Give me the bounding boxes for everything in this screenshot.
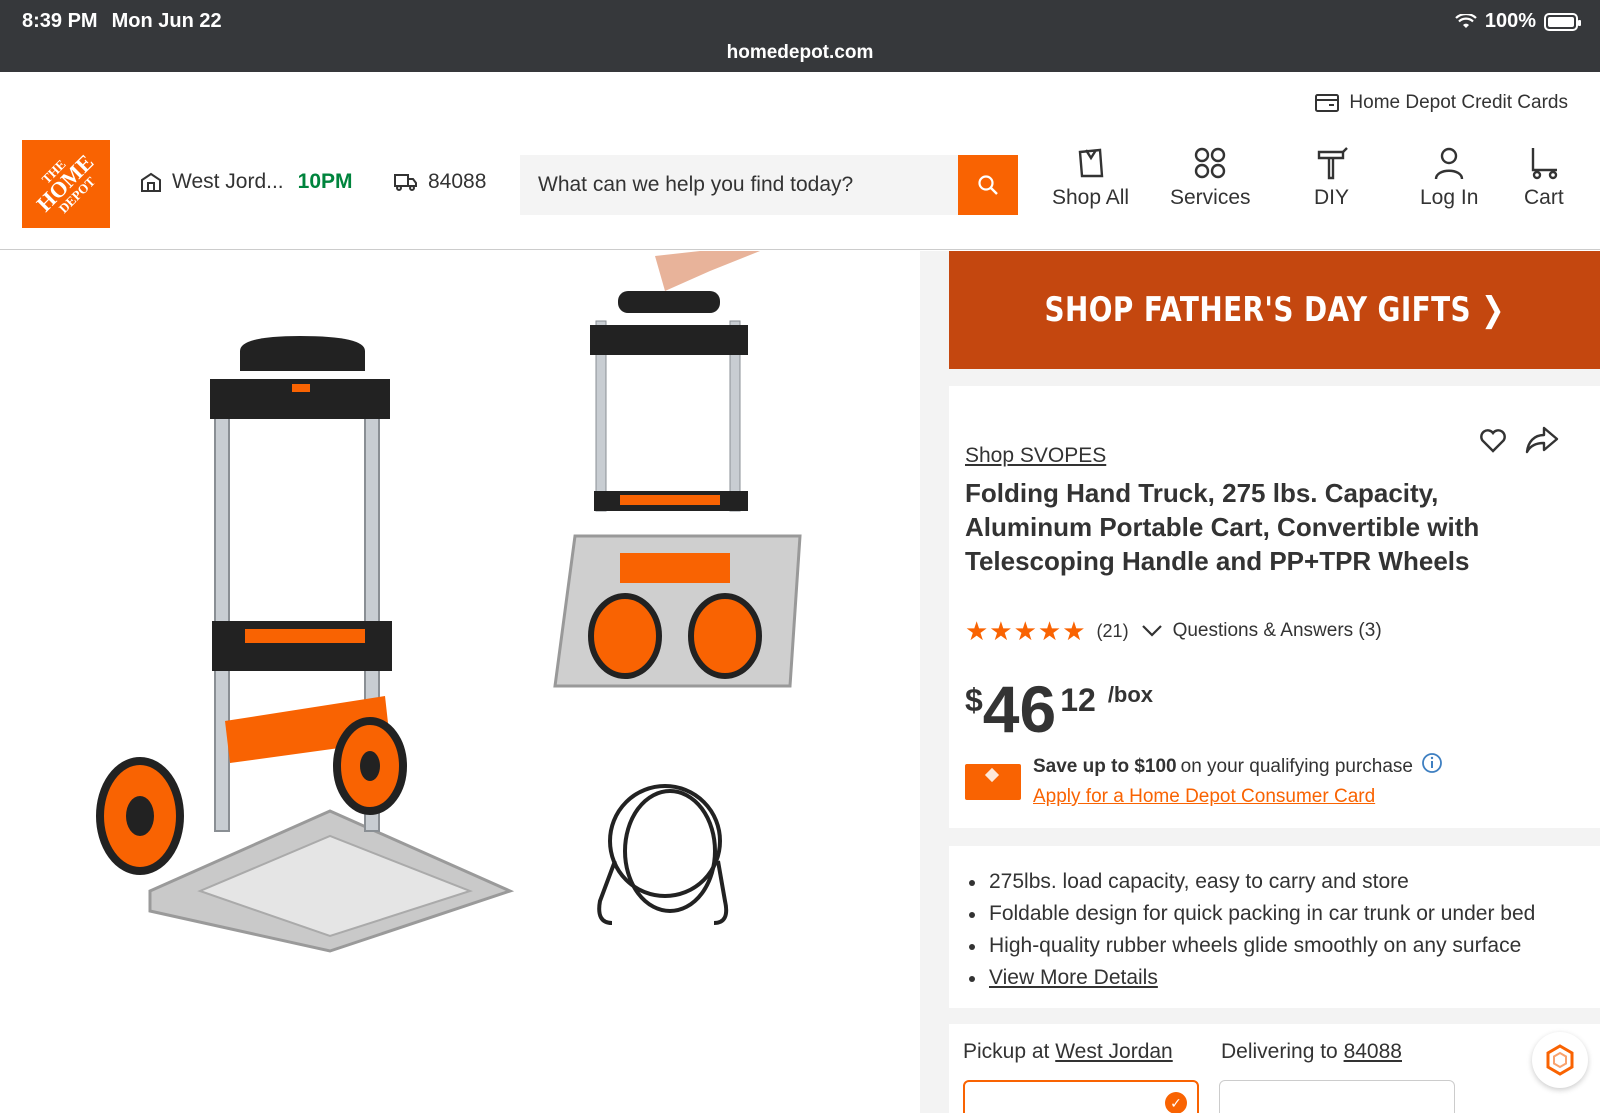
highlight-item: Foldable design for quick packing in car… [967,898,1535,930]
truck-icon [394,174,417,191]
review-count[interactable]: (21) [1097,621,1129,642]
nav-log-in-label: Log In [1420,186,1479,209]
brand-link[interactable]: Shop SVOPES [965,444,1106,468]
site-header: THE HOME DEPOT West Jord... 10PM 84088 S… [0,130,1600,250]
delivery-label: Delivering to 84088 [1221,1040,1402,1063]
store-name: West Jord... [172,170,284,193]
battery-percent: 100% [1484,10,1536,32]
rating-row[interactable]: ★★★★★ (21) Questions & Answers (3) [965,618,1382,644]
pickup-store-link[interactable]: West Jordan [1055,1040,1173,1063]
wifi-icon [1455,13,1477,28]
hexagon-icon [1546,1044,1574,1076]
status-bar: 8:39 PM Mon Jun 22 100% homedepot.com [0,0,1600,72]
checkmark-icon: ✓ [1165,1092,1187,1113]
highlight-item: High-quality rubber wheels glide smoothl… [967,930,1535,962]
nav-diy-label: DIY [1314,186,1350,209]
price-unit: /box [1107,682,1154,707]
zip-code: 84088 [428,170,487,193]
clock: 8:39 PM [22,10,98,32]
nav-services-label: Services [1170,186,1251,209]
nav-diy[interactable]: DIY [1314,146,1349,210]
search-button[interactable] [958,155,1018,215]
search-bar [520,155,1018,215]
nav-cart[interactable]: Cart [1524,146,1564,210]
nav-shop-all[interactable]: Shop All [1052,146,1129,210]
home-depot-logo[interactable]: THE HOME DEPOT [22,140,110,228]
product-image[interactable] [0,251,920,1113]
credit-cards-label: Home Depot Credit Cards [1349,92,1568,113]
chat-assistant-button[interactable] [1532,1032,1588,1088]
product-summary-card: Shop SVOPES Folding Hand Truck, 275 lbs.… [949,386,1600,828]
promo-text: SHOP FATHER'S DAY GIFTS ❯ [1044,290,1505,330]
savings-bold: Save up to $100 [1033,756,1177,777]
credit-cards-link[interactable]: Home Depot Credit Cards [1315,92,1568,114]
view-more-details-link[interactable]: View More Details [967,962,1535,994]
nav-cart-label: Cart [1524,186,1564,209]
nav-log-in[interactable]: Log In [1420,146,1478,210]
delivery-zip-selector[interactable]: 84088 [394,170,486,194]
url-bar[interactable]: homedepot.com [0,42,1600,64]
consumer-card-image [965,764,1021,800]
search-icon [978,175,998,195]
product-image-gallery[interactable] [0,251,920,1113]
gallery-divider [920,251,949,1113]
hand-truck-main-image [96,336,515,953]
price: $ 46 12 /box [965,676,1153,742]
battery-level [1548,16,1574,27]
cart-icon [1531,148,1558,180]
services-icon [1195,147,1226,179]
info-icon[interactable] [1421,752,1443,774]
store-hours: 10PM [297,170,353,193]
nav-services[interactable]: Services [1170,146,1251,210]
status-indicators: 100% [1455,10,1581,33]
date: Mon Jun 22 [111,10,222,32]
credit-card-promo: Save up to $100 on your qualifying purch… [965,753,1565,816]
store-selector[interactable]: West Jord... 10PM [140,170,353,194]
search-input[interactable] [520,155,958,215]
hand-truck-alt-image [553,251,802,688]
store-icon [141,172,161,192]
credit-card-icon [1315,94,1340,112]
highlight-item: 275lbs. load capacity, easy to carry and… [967,866,1535,898]
price-dollar-sign: $ [965,682,983,718]
pickup-option[interactable]: ✓ [963,1080,1199,1113]
savings-rest: on your qualifying purchase [1180,756,1413,777]
hammer-icon [1317,147,1348,180]
battery-icon [1544,12,1581,31]
shop-all-icon [1078,148,1103,178]
questions-answers-link[interactable]: Questions & Answers (3) [1173,620,1382,642]
pickup-label: Pickup at West Jordan [963,1040,1173,1063]
star-rating: ★★★★★ [965,616,1087,646]
delivery-zip-link[interactable]: 84088 [1344,1040,1402,1063]
chevron-down-icon[interactable] [1141,624,1163,638]
heart-icon[interactable] [1479,428,1507,454]
product-title: Folding Hand Truck, 275 lbs. Capacity, A… [965,478,1480,576]
delivery-option[interactable] [1219,1080,1455,1113]
highlights-list: 275lbs. load capacity, easy to carry and… [967,866,1535,994]
fulfillment-card: Pickup at West Jordan Delivering to 8408… [949,1024,1600,1113]
price-cents: 12 [1060,682,1096,718]
apply-card-link[interactable]: Apply for a Home Depot Consumer Card [1033,786,1375,808]
status-time: 8:39 PM Mon Jun 22 [22,10,222,33]
user-icon [1434,147,1464,180]
share-icon[interactable] [1524,424,1560,456]
price-dollars: 46 [982,672,1057,746]
logo-text: THE HOME DEPOT [31,149,99,217]
product-highlights-card: 275lbs. load capacity, easy to carry and… [949,846,1600,1008]
savings-text: Save up to $100 on your qualifying purch… [1033,753,1443,778]
fathers-day-promo-banner[interactable]: SHOP FATHER'S DAY GIFTS ❯ [949,251,1600,369]
nav-shop-all-label: Shop All [1052,186,1130,209]
bungee-cord-image [597,784,729,925]
